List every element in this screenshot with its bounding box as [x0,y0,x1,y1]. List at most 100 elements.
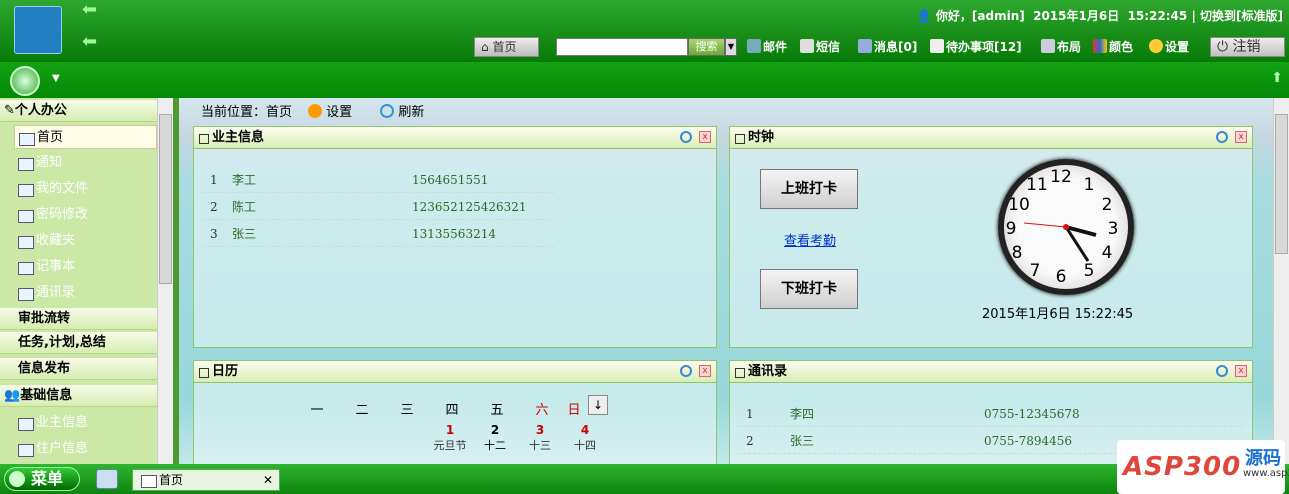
row-name[interactable]: 张三 [232,221,256,247]
logout-label: 注销 [1232,39,1261,55]
row-name[interactable]: 张三 [790,428,814,454]
sidebar-item-myfiles[interactable]: 我的文件 [14,177,157,201]
group-label: 基础信息 [20,388,73,403]
sidebar-item-favorites[interactable]: 收藏夹 [14,229,157,253]
day-number: 2 [490,423,500,437]
sidebar-group-info[interactable]: 信息发布 [0,358,157,380]
close-icon[interactable]: ✕ [263,470,273,490]
layout-label: 布局 [1057,40,1082,54]
row-phone: 0755-7894456 [984,434,1073,448]
group-label: 审批流转 [18,311,71,326]
start-orb-icon[interactable] [10,66,40,96]
users-icon: 👥 [4,388,21,403]
clock-hands [1023,222,1097,262]
refresh-icon[interactable] [680,131,692,143]
close-icon[interactable]: x [699,131,711,143]
sidebar-group-approval[interactable]: 审批流转 [0,308,157,330]
color-button[interactable]: 颜色 [1093,38,1133,56]
todo-label: 待办事项[12] [946,40,1022,54]
close-icon[interactable]: x [699,365,711,377]
switch-version-link[interactable]: 切换到[标准版] [1200,9,1283,23]
layout-button[interactable]: 布局 [1041,38,1081,56]
calendar-day[interactable]: 3 十三 [522,423,558,453]
panel-title: 业主信息 [194,127,716,149]
settings-label: 设置 [1165,40,1190,54]
mail-button[interactable]: 邮件 [747,38,787,56]
sidebar-item-resident[interactable]: 住户信息 [14,437,157,461]
quick-launch-icon[interactable] [96,469,118,489]
row-index: 1 [210,173,218,187]
menu-button[interactable]: 菜单 [4,467,80,491]
sidebar-scrollbar[interactable] [157,98,173,464]
row-name[interactable]: 李四 [790,401,814,427]
taskbar: 菜单 首页 ✕ [0,464,1289,494]
logout-button[interactable]: ⏻ 注销 [1210,37,1285,57]
analog-clock: 12 1 2 3 4 5 6 7 8 9 10 11 [998,159,1134,295]
message-button[interactable]: 消息[0] [858,38,917,56]
chevron-down-icon[interactable]: ▼ [52,73,60,84]
search-button[interactable]: 搜索 [688,38,725,56]
menu-orb-icon [9,471,25,487]
search-dropdown[interactable]: ▼ [725,38,737,56]
row-index: 1 [746,407,754,421]
row-phone: 13135563214 [412,227,496,241]
back-arrow-icon-2[interactable]: ⬅ [82,33,98,51]
back-arrow-icon[interactable]: ⬅ [82,1,98,19]
weekday-label: 三 [400,403,414,418]
speaker-icon [858,39,872,53]
calendar-day[interactable]: 1 元旦节 [432,423,468,453]
todo-button[interactable]: 待办事项[12] [930,38,1022,56]
todo-icon [930,39,944,53]
scroll-thumb[interactable] [159,114,172,284]
watermark-url: www.asp300.com [1243,468,1289,479]
checkin-button[interactable]: 上班打卡 [760,169,858,209]
sidebar-group-basic[interactable]: 👥基础信息 [0,385,157,407]
sms-icon [800,39,814,53]
sidebar-item-contacts[interactable]: 通讯录 [14,281,157,305]
close-icon[interactable]: x [1235,131,1247,143]
refresh-icon[interactable] [1216,131,1228,143]
sidebar-group-tasks[interactable]: 任务,计划,总结 [0,332,157,354]
row-name[interactable]: 陈工 [232,194,256,220]
power-icon: ⏻ [1217,39,1229,55]
layout-icon [1041,39,1055,53]
group-label: 任务,计划,总结 [18,335,106,350]
sidebar-item-owner[interactable]: 业主信息 [14,411,157,435]
scroll-thumb[interactable] [1275,114,1288,254]
up-arrow-icon[interactable]: ⬆ [1271,70,1283,86]
group-label: 个人办公 [14,103,67,118]
refresh-link[interactable]: 刷新 [380,104,436,120]
view-attendance-link[interactable]: 查看考勤 [784,230,836,249]
search-input[interactable] [556,38,688,56]
weekday-label: 五 [490,403,504,418]
refresh-icon[interactable] [680,365,692,377]
home-button[interactable]: ⌂ 首页 [474,37,539,57]
row-phone: 0755-12345678 [984,407,1080,421]
watermark-source: 源码 [1245,448,1281,469]
settings-button[interactable]: 设置 [1149,38,1189,56]
group-label: 信息发布 [18,361,71,376]
sidebar-item-notice[interactable]: 通知 [14,151,157,175]
weekday-label: 四 [445,403,459,418]
breadcrumb-label: 当前位置：首页 [201,105,293,120]
tab-home[interactable]: 首页 ✕ [132,469,280,491]
day-lunar: 元旦节 [433,439,467,452]
sidebar-item-notepad[interactable]: 记事本 [14,255,157,279]
calendar-day[interactable]: 2 十二 [477,423,513,453]
sms-button[interactable]: 短信 [800,38,840,56]
sidebar-item-password[interactable]: 密码修改 [14,203,157,227]
settings-link[interactable]: 设置 [308,104,364,120]
content-scrollbar[interactable] [1273,98,1289,464]
calendar-dropdown[interactable]: ↓ [588,395,608,415]
checkout-button[interactable]: 下班打卡 [760,269,858,309]
sidebar-group-personal[interactable]: ✎个人办公 [0,100,157,122]
refresh-icon[interactable] [1216,365,1228,377]
calendar-day[interactable]: 4 十四 [567,423,603,453]
gear-icon [1149,39,1163,53]
day-lunar: 十四 [574,439,596,452]
table-row: 2 陈工 123652125426321 [202,194,554,220]
row-name[interactable]: 李工 [232,167,256,193]
sidebar-item-home[interactable]: 首页 [14,125,157,149]
close-icon[interactable]: x [1235,365,1247,377]
day-number: 1 [445,423,455,437]
